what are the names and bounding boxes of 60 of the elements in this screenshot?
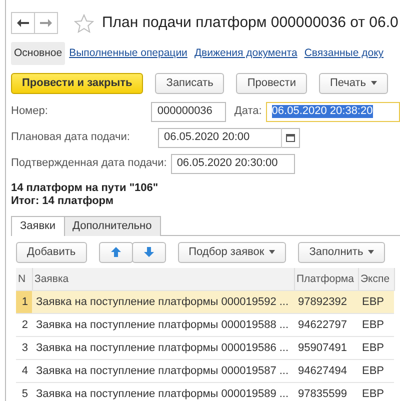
move-down-button[interactable] (132, 242, 166, 263)
up-arrow-icon (110, 247, 121, 258)
forward-arrow-icon (40, 19, 52, 27)
table-cell: ЕВР (358, 382, 394, 401)
field-label: Плановая дата подачи: (11, 131, 131, 144)
dropdown-button[interactable]: Заполнить (298, 242, 386, 263)
table-cell: 1 (16, 290, 32, 314)
table-cell: Заявка на поступление платформы 000019587 ... (32, 360, 294, 383)
summary-text: Итог: 14 платформ (11, 194, 115, 208)
star-icon[interactable] (74, 14, 94, 32)
dropdown-button[interactable]: Подбор заявок (178, 242, 286, 263)
command-button[interactable]: Добавить (16, 242, 87, 263)
table-cell: Заявка на поступление платформы 000019586 ... (32, 336, 294, 360)
tab[interactable]: Заявки (11, 216, 65, 236)
down-arrow-icon (144, 247, 154, 258)
nav-link[interactable]: Связанные доку (301, 42, 387, 65)
back-arrow-icon (17, 19, 29, 27)
table-cell: 4 (16, 360, 32, 383)
column-header[interactable]: Платформа (294, 268, 358, 291)
table-cell: 3 (16, 336, 32, 360)
column-header[interactable]: N (16, 268, 32, 291)
back-button[interactable] (11, 12, 35, 34)
field-label: Номер: (11, 105, 49, 118)
command-button[interactable]: Провести и закрыть (11, 72, 144, 94)
table-cell: ЕВР (358, 360, 394, 383)
command-button[interactable]: Записать (155, 72, 224, 94)
caret-icon (371, 81, 378, 86)
dropdown-button[interactable]: Печать (318, 72, 388, 94)
move-up-button[interactable] (98, 242, 133, 263)
column-header[interactable]: Экспе (358, 268, 394, 291)
table-cell: 95907491 (294, 336, 358, 360)
table-cell: ЕВР (358, 290, 394, 314)
table-cell: Заявка на поступление платформы 000019589 ... (32, 382, 294, 401)
number-field[interactable]: 000000036 (151, 102, 226, 122)
nav-link[interactable]: Выполненные операции (66, 42, 190, 65)
table-cell: ЕВР (358, 314, 394, 337)
calendar-icon[interactable] (286, 133, 295, 142)
column-header[interactable]: Заявка (32, 268, 294, 291)
table-cell: 97835599 (294, 382, 358, 401)
caret-icon (269, 250, 276, 254)
table-cell: Заявка на поступление платформы 000019588 ... (32, 314, 294, 337)
nav-link[interactable]: Основное (11, 42, 66, 65)
table-cell: 2 (16, 314, 32, 337)
window-title: План подачи платформ 000000036 от 06.0 (102, 14, 398, 32)
date-field[interactable]: 06.05.2020 20:00 (158, 128, 300, 148)
table-cell: 97892392 (294, 290, 358, 314)
summary-text: 14 платформ на пути "106" (11, 182, 160, 195)
nav-link[interactable]: Движения документа (191, 42, 300, 65)
table-cell: ЕВР (358, 336, 394, 360)
field-label: Дата: (234, 105, 262, 118)
caret-icon (368, 250, 374, 254)
field-label: Подтвержденная дата подачи: (11, 157, 167, 170)
table-cell: 94627494 (294, 360, 358, 383)
date-field[interactable]: 06.05.2020 20:30:00 (170, 154, 295, 174)
table-cell: Заявка на поступление платформы 000019592 ... (32, 290, 294, 314)
command-button[interactable]: Провести (236, 72, 307, 94)
table-cell: 94622797 (294, 314, 358, 337)
date-field[interactable]: 06.05.2020 20:38:20 (266, 102, 400, 122)
table-cell: 5 (16, 382, 32, 401)
tab[interactable]: Дополнительно (64, 216, 161, 236)
